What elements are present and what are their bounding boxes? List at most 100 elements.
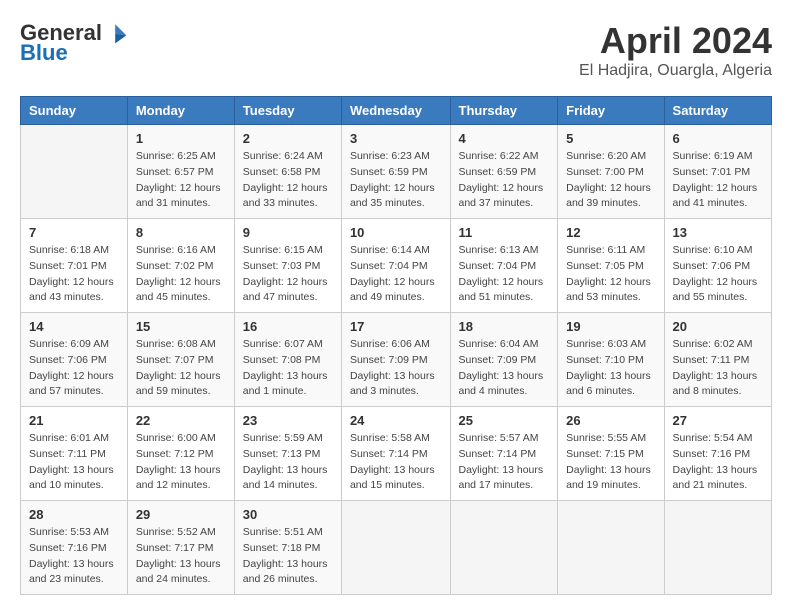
calendar-cell: 17Sunrise: 6:06 AMSunset: 7:09 PMDayligh… — [341, 313, 450, 407]
day-info: Sunrise: 6:11 AMSunset: 7:05 PMDaylight:… — [566, 243, 655, 306]
day-info: Sunrise: 5:51 AMSunset: 7:18 PMDaylight:… — [243, 525, 333, 588]
calendar-cell: 10 Sunrise: 6:14 AMSunset: 7:04 PMDayligh… — [341, 219, 450, 313]
calendar-table: SundayMondayTuesdayWednesdayThursdayFrid… — [20, 96, 772, 595]
day-number: 4 — [459, 131, 550, 146]
day-number: 22 — [136, 413, 226, 428]
day-info: Sunrise: 6:09 AMSunset: 7:06 PMDaylight:… — [29, 337, 119, 400]
day-info: Sunrise: 5:53 AMSunset: 7:16 PMDaylight:… — [29, 525, 119, 588]
day-info: Sunrise: 6:14 AMSunset: 7:04 PMDaylight:… — [350, 243, 442, 306]
day-info: Sunrise: 6:07 AMSunset: 7:08 PMDaylight:… — [243, 337, 333, 400]
day-number: 25 — [459, 413, 550, 428]
day-of-week-header: Wednesday — [341, 97, 450, 125]
subtitle: El Hadjira, Ouargla, Algeria — [579, 62, 772, 80]
day-number: 23 — [243, 413, 333, 428]
day-info: Sunrise: 5:54 AMSunset: 7:16 PMDaylight:… — [673, 431, 763, 494]
calendar-cell: 28 Sunrise: 5:53 AMSunset: 7:16 PMDayligh… — [21, 501, 128, 595]
day-of-week-header: Thursday — [450, 97, 558, 125]
calendar-cell: 16 Sunrise: 6:07 AMSunset: 7:08 PMDayligh… — [234, 313, 341, 407]
title-area: April 2024 El Hadjira, Ouargla, Algeria — [579, 20, 772, 80]
calendar-cell: 25 Sunrise: 5:57 AMSunset: 7:14 PMDayligh… — [450, 407, 558, 501]
day-of-week-header: Tuesday — [234, 97, 341, 125]
day-info: Sunrise: 6:25 AMSunset: 6:57 PMDaylight:… — [136, 149, 226, 212]
calendar-cell: 18 Sunrise: 6:04 AMSunset: 7:09 PMDayligh… — [450, 313, 558, 407]
day-info: Sunrise: 5:57 AMSunset: 7:14 PMDaylight:… — [459, 431, 550, 494]
day-info: Sunrise: 6:16 AMSunset: 7:02 PMDaylight:… — [136, 243, 226, 306]
day-number: 30 — [243, 507, 333, 522]
day-number: 6 — [673, 131, 763, 146]
day-info: Sunrise: 6:22 AMSunset: 6:59 PMDaylight:… — [459, 149, 550, 212]
calendar-cell: 29 Sunrise: 5:52 AMSunset: 7:17 PMDayligh… — [127, 501, 234, 595]
day-number: 21 — [29, 413, 119, 428]
day-info: Sunrise: 6:19 AMSunset: 7:01 PMDaylight:… — [673, 149, 763, 212]
day-of-week-header: Monday — [127, 97, 234, 125]
day-info: Sunrise: 5:52 AMSunset: 7:17 PMDaylight:… — [136, 525, 226, 588]
calendar-cell: 19Sunrise: 6:03 AMSunset: 7:10 PMDayligh… — [558, 313, 664, 407]
calendar-cell: 20Sunrise: 6:02 AMSunset: 7:11 PMDayligh… — [664, 313, 771, 407]
day-number: 16 — [243, 319, 333, 334]
calendar-cell: 6 Sunrise: 6:19 AMSunset: 7:01 PMDaylight… — [664, 125, 771, 219]
calendar-cell: 4 Sunrise: 6:22 AMSunset: 6:59 PMDaylight… — [450, 125, 558, 219]
calendar-cell: 27 Sunrise: 5:54 AMSunset: 7:16 PMDayligh… — [664, 407, 771, 501]
day-info: Sunrise: 5:59 AMSunset: 7:13 PMDaylight:… — [243, 431, 333, 494]
calendar-cell: 7Sunrise: 6:18 AMSunset: 7:01 PMDaylight… — [21, 219, 128, 313]
calendar-cell — [664, 501, 771, 595]
day-info: Sunrise: 6:23 AMSunset: 6:59 PMDaylight:… — [350, 149, 442, 212]
calendar-header-row: SundayMondayTuesdayWednesdayThursdayFrid… — [21, 97, 772, 125]
day-number: 13 — [673, 225, 763, 240]
day-number: 9 — [243, 225, 333, 240]
day-number: 28 — [29, 507, 119, 522]
calendar-cell: 26Sunrise: 5:55 AMSunset: 7:15 PMDayligh… — [558, 407, 664, 501]
day-of-week-header: Friday — [558, 97, 664, 125]
calendar-cell — [341, 501, 450, 595]
calendar-cell: 13 Sunrise: 6:10 AMSunset: 7:06 PMDayligh… — [664, 219, 771, 313]
day-info: Sunrise: 6:10 AMSunset: 7:06 PMDaylight:… — [673, 243, 763, 306]
calendar-cell: 22 Sunrise: 6:00 AMSunset: 7:12 PMDayligh… — [127, 407, 234, 501]
day-info: Sunrise: 6:04 AMSunset: 7:09 PMDaylight:… — [459, 337, 550, 400]
day-number: 15 — [136, 319, 226, 334]
calendar-cell: 9 Sunrise: 6:15 AMSunset: 7:03 PMDaylight… — [234, 219, 341, 313]
day-info: Sunrise: 6:15 AMSunset: 7:03 PMDaylight:… — [243, 243, 333, 306]
day-info: Sunrise: 6:01 AMSunset: 7:11 PMDaylight:… — [29, 431, 119, 494]
day-info: Sunrise: 6:02 AMSunset: 7:11 PMDaylight:… — [673, 337, 763, 400]
day-number: 26 — [566, 413, 655, 428]
day-number: 3 — [350, 131, 442, 146]
day-number: 8 — [136, 225, 226, 240]
day-number: 24 — [350, 413, 442, 428]
day-number: 1 — [136, 131, 226, 146]
day-number: 27 — [673, 413, 763, 428]
main-title: April 2024 — [579, 20, 772, 62]
calendar-week-row: 1 Sunrise: 6:25 AMSunset: 6:57 PMDaylight… — [21, 125, 772, 219]
calendar-cell: 30 Sunrise: 5:51 AMSunset: 7:18 PMDayligh… — [234, 501, 341, 595]
day-info: Sunrise: 6:06 AMSunset: 7:09 PMDaylight:… — [350, 337, 442, 400]
calendar-cell — [450, 501, 558, 595]
day-info: Sunrise: 6:00 AMSunset: 7:12 PMDaylight:… — [136, 431, 226, 494]
day-info: Sunrise: 6:24 AMSunset: 6:58 PMDaylight:… — [243, 149, 333, 212]
day-number: 10 — [350, 225, 442, 240]
calendar-week-row: 7Sunrise: 6:18 AMSunset: 7:01 PMDaylight… — [21, 219, 772, 313]
calendar-cell: 8 Sunrise: 6:16 AMSunset: 7:02 PMDaylight… — [127, 219, 234, 313]
day-info: Sunrise: 6:08 AMSunset: 7:07 PMDaylight:… — [136, 337, 226, 400]
calendar-cell: 14 Sunrise: 6:09 AMSunset: 7:06 PMDayligh… — [21, 313, 128, 407]
day-info: Sunrise: 6:20 AMSunset: 7:00 PMDaylight:… — [566, 149, 655, 212]
day-number: 18 — [459, 319, 550, 334]
logo-blue-text: Blue — [20, 40, 68, 66]
day-number: 2 — [243, 131, 333, 146]
day-number: 29 — [136, 507, 226, 522]
calendar-week-row: 28 Sunrise: 5:53 AMSunset: 7:16 PMDayligh… — [21, 501, 772, 595]
calendar-cell: 5Sunrise: 6:20 AMSunset: 7:00 PMDaylight… — [558, 125, 664, 219]
page-header: General Blue April 2024 El Hadjira, Ouar… — [20, 20, 772, 80]
calendar-cell: 11Sunrise: 6:13 AMSunset: 7:04 PMDayligh… — [450, 219, 558, 313]
calendar-cell: 15 Sunrise: 6:08 AMSunset: 7:07 PMDayligh… — [127, 313, 234, 407]
calendar-cell: 12 Sunrise: 6:11 AMSunset: 7:05 PMDayligh… — [558, 219, 664, 313]
logo: General Blue — [20, 20, 128, 66]
day-of-week-header: Sunday — [21, 97, 128, 125]
day-number: 7 — [29, 225, 119, 240]
calendar-cell: 3 Sunrise: 6:23 AMSunset: 6:59 PMDaylight… — [341, 125, 450, 219]
day-of-week-header: Saturday — [664, 97, 771, 125]
calendar-cell: 23 Sunrise: 5:59 AMSunset: 7:13 PMDayligh… — [234, 407, 341, 501]
calendar-cell — [21, 125, 128, 219]
day-number: 12 — [566, 225, 655, 240]
calendar-cell — [558, 501, 664, 595]
day-info: Sunrise: 6:13 AMSunset: 7:04 PMDaylight:… — [459, 243, 550, 306]
day-number: 14 — [29, 319, 119, 334]
